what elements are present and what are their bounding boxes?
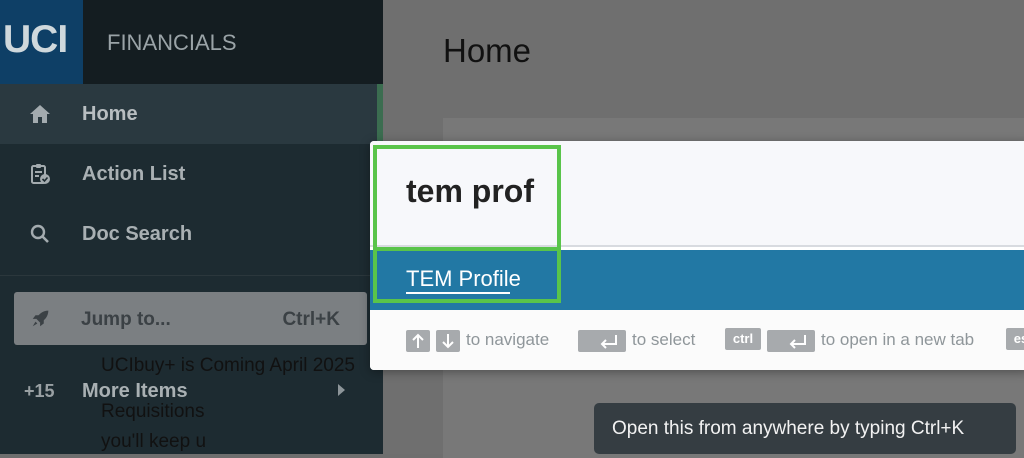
- announcement-text: you'll keep u: [101, 431, 207, 452]
- home-icon: [28, 102, 52, 126]
- jump-to-label: Jump to...: [81, 309, 171, 330]
- enter-key-icon: [578, 330, 626, 352]
- tooltip: Open this from anywhere by typing Ctrl+K: [594, 403, 1016, 454]
- palette-input-area: [370, 141, 1024, 247]
- sidebar-item-doc-search[interactable]: Doc Search: [0, 204, 383, 264]
- palette-search-input[interactable]: [406, 173, 906, 210]
- sidebar: UCI FINANCIALS Home Action List Doc Sear…: [0, 0, 383, 454]
- clipboard-check-icon: [28, 162, 52, 186]
- jump-to-shortcut: Ctrl+K: [282, 309, 340, 330]
- tooltip-text: Open this from anywhere by typing Ctrl+K: [612, 418, 965, 439]
- sidebar-item-home[interactable]: Home: [0, 84, 383, 144]
- page-title: Home: [443, 32, 532, 69]
- sidebar-item-action-list[interactable]: Action List: [0, 144, 383, 204]
- hint-navigate: to navigate: [466, 330, 550, 349]
- sidebar-item-label: Home: [82, 103, 138, 125]
- announcement-heading: UCIbuy+ is Coming April 2025: [101, 355, 355, 376]
- palette-hint-bar: to navigate to select ctrl to open in a …: [370, 310, 1024, 370]
- result-underline: [406, 292, 510, 294]
- sidebar-item-label: Doc Search: [82, 223, 193, 245]
- hint-select: to select: [632, 330, 696, 349]
- sidebar-item-label: Action List: [82, 163, 186, 185]
- hint-new-tab: to open in a new tab: [821, 330, 975, 349]
- jump-to-button[interactable]: Jump to... Ctrl+K: [14, 292, 367, 345]
- rocket-icon: [30, 307, 52, 329]
- ctrl-key: ctrl: [725, 328, 761, 350]
- sidebar-divider: [0, 275, 383, 276]
- uci-logo[interactable]: UCI: [0, 0, 83, 84]
- announcement-text: Requisitions: [101, 401, 205, 422]
- enter-key-icon: [767, 330, 815, 352]
- more-items-count: +15: [24, 381, 55, 401]
- palette-result-label: TEM Profile: [406, 266, 521, 291]
- command-palette: TEM Profile to navigate to select ctrl t…: [370, 141, 1024, 370]
- palette-result-item[interactable]: TEM Profile: [370, 250, 1024, 310]
- more-items-label: More Items: [82, 380, 188, 402]
- arrow-up-key-icon: [406, 330, 430, 352]
- app-header: FINANCIALS: [83, 0, 383, 84]
- chevron-right-icon: [338, 384, 345, 396]
- logo-text: UCI: [3, 18, 68, 61]
- arrow-down-key-icon: [436, 330, 460, 352]
- app-name: FINANCIALS: [107, 30, 237, 55]
- search-icon: [28, 222, 52, 246]
- esc-key: es: [1006, 328, 1024, 350]
